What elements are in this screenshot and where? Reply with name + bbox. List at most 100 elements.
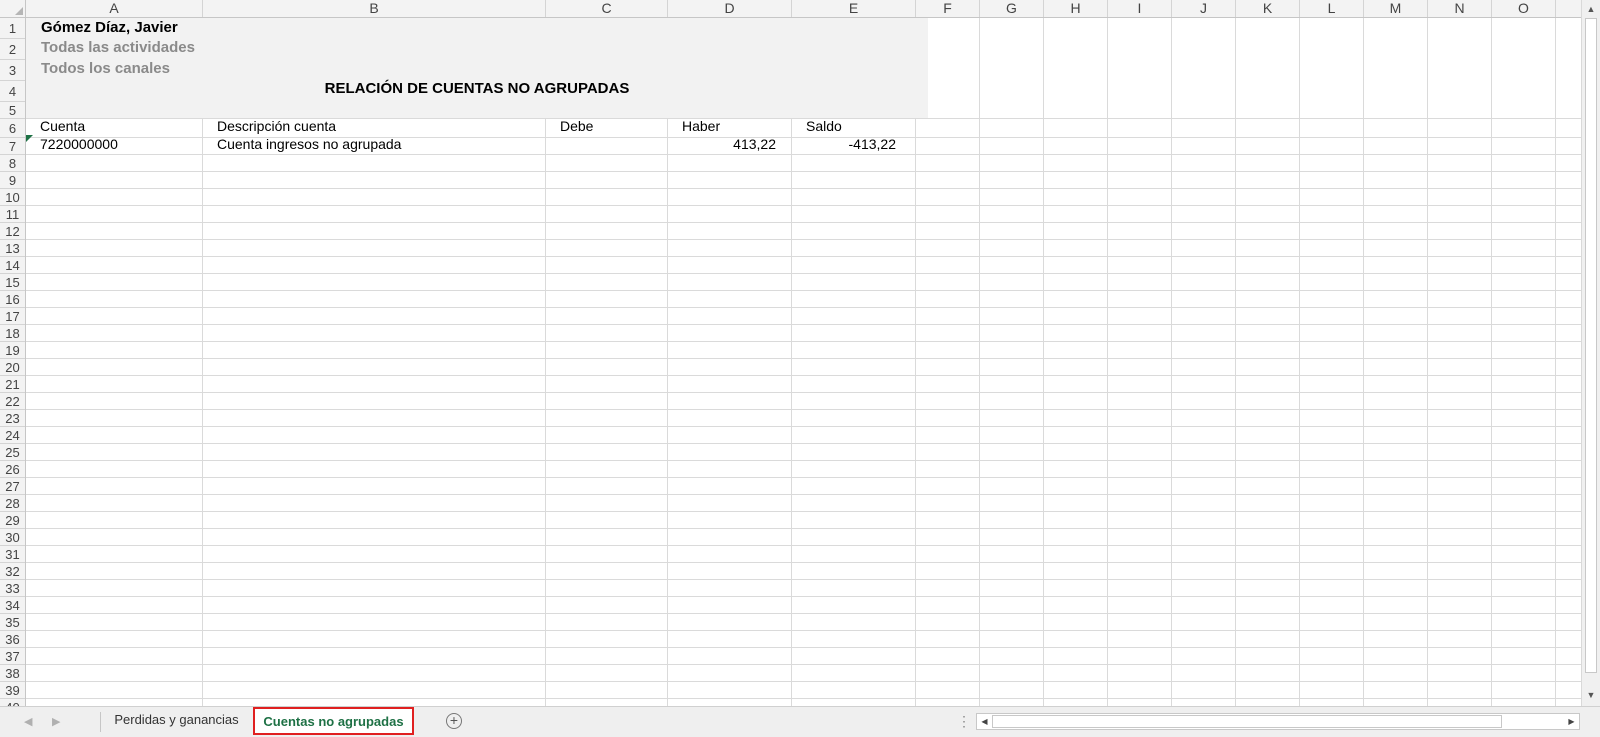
- split-handle-icon[interactable]: ⋮: [957, 713, 971, 730]
- row-header-1[interactable]: 1: [0, 18, 25, 39]
- row-header-5[interactable]: 5: [0, 102, 25, 119]
- column-header-j[interactable]: J: [1172, 0, 1236, 17]
- row-header-6[interactable]: 6: [0, 119, 25, 138]
- grid-row-line: [26, 579, 1581, 580]
- grid-column-line: [1171, 18, 1172, 706]
- row-header-7[interactable]: 7: [0, 138, 25, 155]
- horizontal-scrollbar[interactable]: ◀ ▶: [976, 713, 1580, 730]
- row-header-17[interactable]: 17: [0, 308, 25, 325]
- scroll-down-icon[interactable]: ▼: [1584, 688, 1598, 702]
- row-header-24[interactable]: 24: [0, 427, 25, 444]
- owner-name[interactable]: Gómez Díaz, Javier: [41, 19, 178, 36]
- row-header-4[interactable]: 4: [0, 81, 25, 102]
- tab-cuentas-no-agrupadas[interactable]: Cuentas no agrupadas: [253, 707, 414, 735]
- row-header-25[interactable]: 25: [0, 444, 25, 461]
- grid-row-line: [26, 171, 1581, 172]
- spreadsheet-grid[interactable]: Gómez Díaz, Javier Todas las actividades T…: [26, 18, 1581, 706]
- grid-row-line: [26, 392, 1581, 393]
- row-header-31[interactable]: 31: [0, 546, 25, 563]
- row-haber[interactable]: 413,22: [668, 136, 776, 152]
- grid-row-line: [26, 205, 1581, 206]
- vertical-scroll-thumb[interactable]: [1585, 18, 1597, 673]
- row-header-20[interactable]: 20: [0, 359, 25, 376]
- row-header-11[interactable]: 11: [0, 206, 25, 223]
- header-saldo[interactable]: Saldo: [806, 118, 842, 134]
- scroll-left-icon[interactable]: ◀: [978, 715, 991, 728]
- grid-column-line: [1043, 18, 1044, 706]
- plus-circle-icon[interactable]: +: [446, 713, 462, 729]
- triangle-right-icon[interactable]: ▶: [52, 715, 60, 728]
- row-header-28[interactable]: 28: [0, 495, 25, 512]
- row-header-33[interactable]: 33: [0, 580, 25, 597]
- column-header-e[interactable]: E: [792, 0, 916, 17]
- row-header-36[interactable]: 36: [0, 631, 25, 648]
- column-header-n[interactable]: N: [1428, 0, 1492, 17]
- column-header-k[interactable]: K: [1236, 0, 1300, 17]
- row-header-19[interactable]: 19: [0, 342, 25, 359]
- header-descripcion[interactable]: Descripción cuenta: [217, 118, 336, 134]
- grid-row-line: [26, 358, 1581, 359]
- column-header-i[interactable]: I: [1108, 0, 1172, 17]
- row-header-34[interactable]: 34: [0, 597, 25, 614]
- row-cuenta[interactable]: 7220000000: [40, 136, 118, 152]
- row-header-21[interactable]: 21: [0, 376, 25, 393]
- column-header-c[interactable]: C: [546, 0, 668, 17]
- row-saldo[interactable]: -413,22: [792, 136, 896, 152]
- row-header-15[interactable]: 15: [0, 274, 25, 291]
- row-header-26[interactable]: 26: [0, 461, 25, 478]
- grid-row-line: [26, 154, 1581, 155]
- row-header-2[interactable]: 2: [0, 39, 25, 60]
- row-header-16[interactable]: 16: [0, 291, 25, 308]
- tab-perdidas-y-ganancias[interactable]: Perdidas y ganancias: [104, 707, 249, 735]
- header-cuenta[interactable]: Cuenta: [40, 118, 85, 134]
- row-header-40[interactable]: 40: [0, 699, 25, 706]
- column-header-b[interactable]: B: [203, 0, 546, 17]
- row-header-30[interactable]: 30: [0, 529, 25, 546]
- row-header-8[interactable]: 8: [0, 155, 25, 172]
- header-debe[interactable]: Debe: [560, 118, 593, 134]
- row-descripcion[interactable]: Cuenta ingresos no agrupada: [217, 136, 401, 152]
- row-header-38[interactable]: 38: [0, 665, 25, 682]
- column-header-g[interactable]: G: [980, 0, 1044, 17]
- row-header-14[interactable]: 14: [0, 257, 25, 274]
- grid-row-line: [26, 375, 1581, 376]
- row-header-18[interactable]: 18: [0, 325, 25, 342]
- select-all-icon: [15, 7, 23, 15]
- grid-row-line: [26, 426, 1581, 427]
- activities-filter[interactable]: Todas las actividades: [41, 39, 195, 56]
- row-header-12[interactable]: 12: [0, 223, 25, 240]
- row-header-23[interactable]: 23: [0, 410, 25, 427]
- grid-row-line: [26, 528, 1581, 529]
- row-header-10[interactable]: 10: [0, 189, 25, 206]
- column-header-d[interactable]: D: [668, 0, 792, 17]
- row-header-35[interactable]: 35: [0, 614, 25, 631]
- horizontal-scroll-thumb[interactable]: [992, 715, 1502, 728]
- header-haber[interactable]: Haber: [682, 118, 720, 134]
- grid-row-line: [26, 273, 1581, 274]
- grid-column-line: [1107, 18, 1108, 706]
- scroll-up-icon[interactable]: ▲: [1584, 2, 1598, 16]
- column-header-h[interactable]: H: [1044, 0, 1108, 17]
- row-header-32[interactable]: 32: [0, 563, 25, 580]
- row-header-3[interactable]: 3: [0, 60, 25, 81]
- vertical-scrollbar[interactable]: ▲ ▼: [1581, 0, 1600, 706]
- report-title[interactable]: RELACIÓN DE CUENTAS NO AGRUPADAS: [26, 80, 928, 97]
- row-header-39[interactable]: 39: [0, 682, 25, 699]
- triangle-left-icon[interactable]: ◀: [24, 715, 32, 728]
- column-header-a[interactable]: A: [26, 0, 203, 17]
- scroll-right-icon[interactable]: ▶: [1565, 715, 1578, 728]
- row-header-37[interactable]: 37: [0, 648, 25, 665]
- channels-filter[interactable]: Todos los canales: [41, 60, 170, 77]
- row-header-27[interactable]: 27: [0, 478, 25, 495]
- column-header-l[interactable]: L: [1300, 0, 1364, 17]
- row-header-13[interactable]: 13: [0, 240, 25, 257]
- row-header-9[interactable]: 9: [0, 172, 25, 189]
- row-header-29[interactable]: 29: [0, 512, 25, 529]
- error-indicator-icon: [26, 135, 33, 142]
- row-header-22[interactable]: 22: [0, 393, 25, 410]
- grid-row-line: [26, 647, 1581, 648]
- column-header-o[interactable]: O: [1492, 0, 1556, 17]
- column-header-f[interactable]: F: [916, 0, 980, 17]
- column-header-m[interactable]: M: [1364, 0, 1428, 17]
- select-all-corner[interactable]: [0, 0, 26, 17]
